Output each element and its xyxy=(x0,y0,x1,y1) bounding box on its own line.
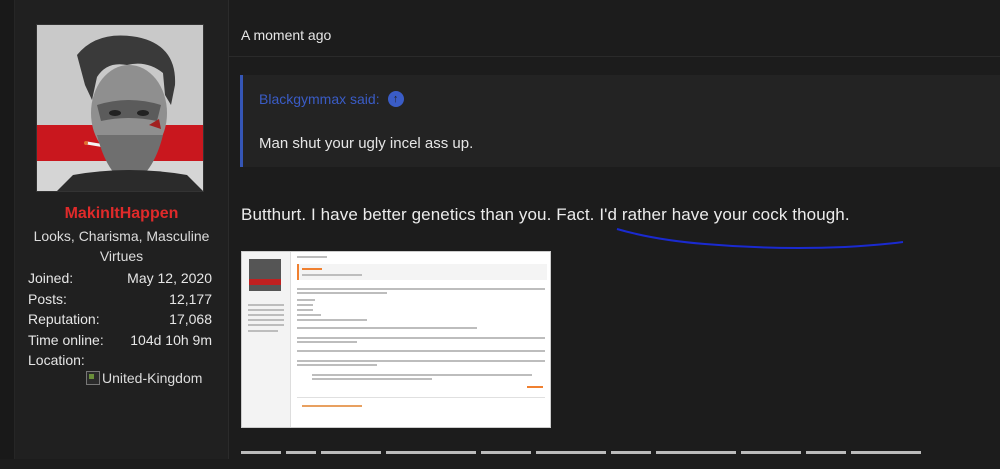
quote-text: Man shut your ugly incel ass up. xyxy=(259,135,474,152)
avatar-image xyxy=(37,25,203,191)
stat-posts: Posts: 12,177 xyxy=(28,289,212,310)
username[interactable]: MakinItHappen xyxy=(15,205,228,223)
stat-time-online: Time online: 104d 10h 9m xyxy=(28,330,212,351)
user-title: Looks, Charisma, Masculine Virtues xyxy=(33,228,210,264)
next-post-text-fragment xyxy=(241,451,1000,459)
user-avatar[interactable] xyxy=(36,24,204,192)
stat-value[interactable]: 12,177 xyxy=(169,289,212,310)
embed-quote xyxy=(297,264,547,280)
stat-label: Reputation: xyxy=(28,311,100,327)
stat-reputation: Reputation: 17,068 xyxy=(28,309,212,330)
stat-value: 17,068 xyxy=(169,311,212,327)
post-message: Butthurt. I have better genetics than yo… xyxy=(241,205,850,224)
stat-label: Location: xyxy=(28,352,85,368)
stat-label: Joined: xyxy=(28,270,74,286)
stat-joined: Joined: May 12, 2020 xyxy=(28,268,212,289)
quote-attribution[interactable]: Blackgymmax said: ↑ xyxy=(259,91,404,107)
embedded-screenshot[interactable] xyxy=(241,251,551,428)
stat-label: Posts: xyxy=(28,290,67,307)
quote-block: Blackgymmax said: ↑ Man shut your ugly i… xyxy=(240,75,1000,167)
quote-author[interactable]: Blackgymmax said: xyxy=(259,91,380,107)
embed-avatar xyxy=(249,259,281,291)
broken-image-icon xyxy=(86,371,100,385)
post-timestamp[interactable]: A moment ago xyxy=(241,27,331,43)
flag-alt-text: United-Kingdom xyxy=(102,370,203,386)
user-stats: Joined: May 12, 2020 Posts: 12,177 Reput… xyxy=(28,268,212,371)
stat-value: May 12, 2020 xyxy=(127,270,212,286)
arrow-up-circle-icon[interactable]: ↑ xyxy=(387,91,404,107)
stat-value: 104d 10h 9m xyxy=(130,331,212,348)
page-gutter xyxy=(0,0,15,459)
post-content: A moment ago Blackgymmax said: ↑ Man shu… xyxy=(229,0,1000,459)
forum-post: MakinItHappen Looks, Charisma, Masculine… xyxy=(0,0,1000,459)
hand-drawn-underline xyxy=(616,228,904,249)
location-flag: United-Kingdom xyxy=(86,370,202,386)
stat-location: Location: xyxy=(28,350,212,371)
divider xyxy=(229,56,1000,57)
stat-label: Time online: xyxy=(28,331,104,348)
